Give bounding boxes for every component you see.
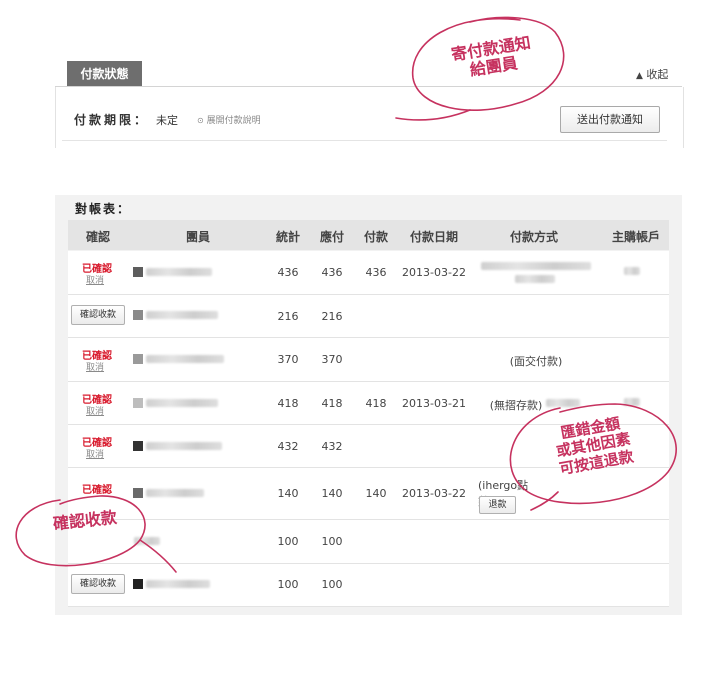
annotation-strokes bbox=[15, 16, 677, 573]
